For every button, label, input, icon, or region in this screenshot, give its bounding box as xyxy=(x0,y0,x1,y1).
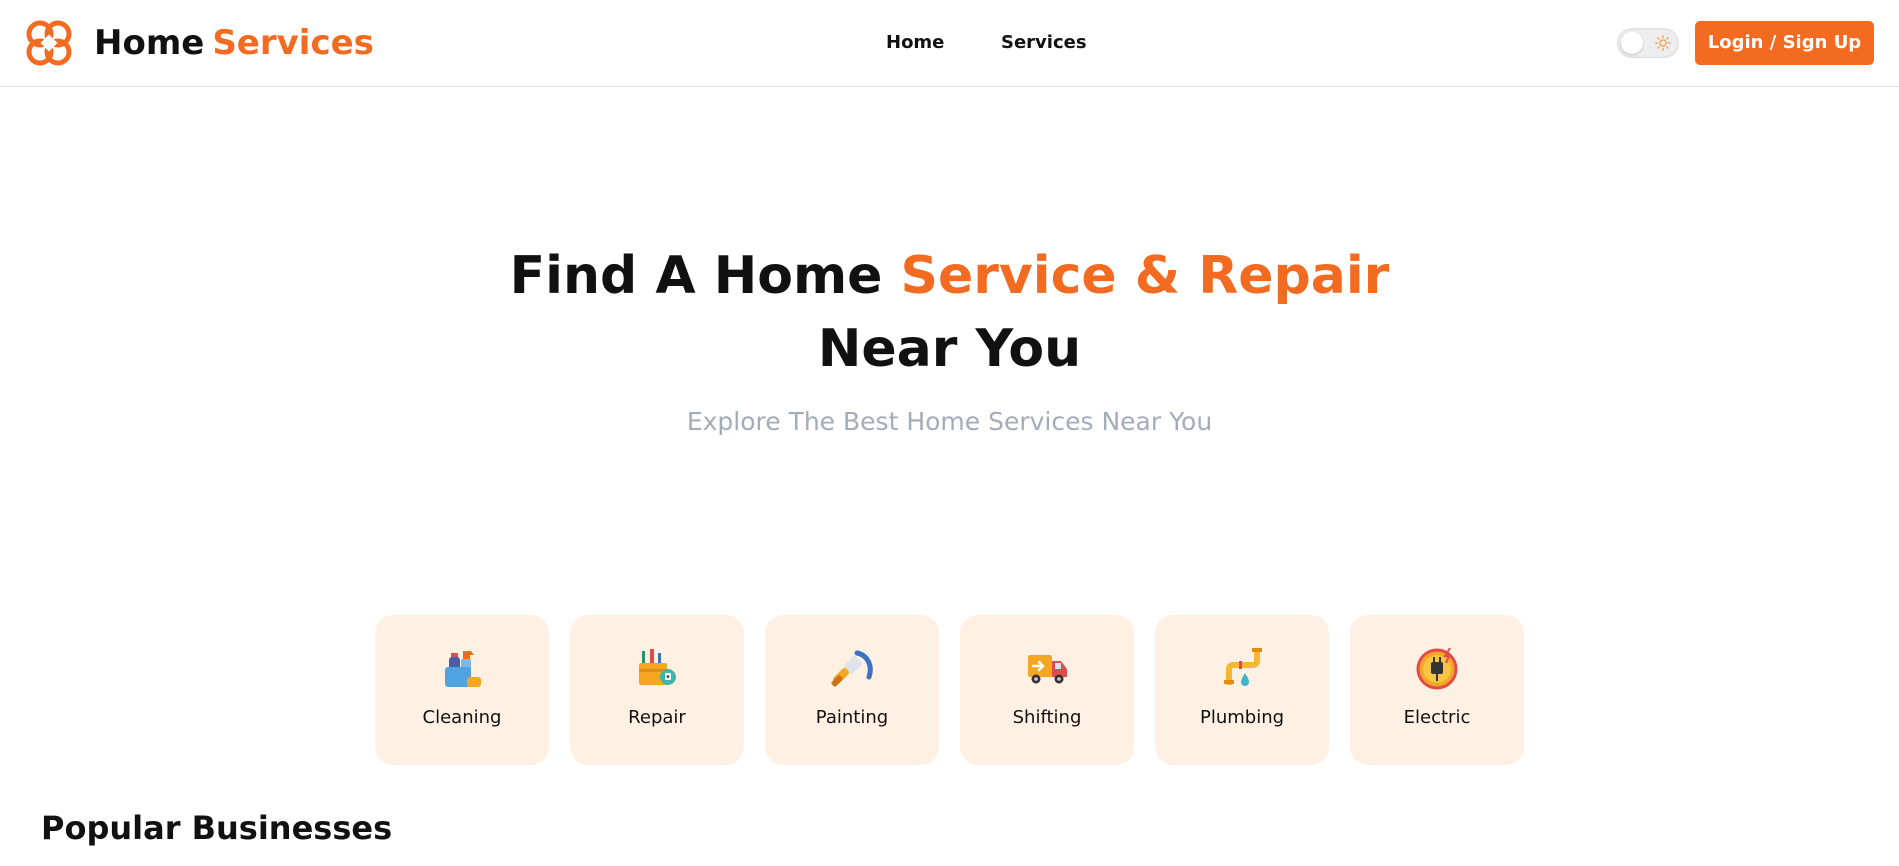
hero-title-text: Find A Home xyxy=(509,246,883,306)
hero-title-line2: Near You xyxy=(817,319,1082,379)
hero-title: Find A Home Service & Repair xyxy=(0,243,1899,309)
nav-services-link[interactable]: Services xyxy=(1001,31,1087,55)
category-card-plumbing[interactable]: Plumbing xyxy=(1155,615,1329,765)
logo-icon[interactable] xyxy=(23,17,75,69)
moving-truck-icon xyxy=(1028,655,1067,684)
cleaning-supplies-icon xyxy=(445,651,481,687)
category-card-electric[interactable]: Electric xyxy=(1350,615,1524,765)
category-label: Cleaning xyxy=(422,707,502,728)
category-label: Repair xyxy=(628,707,686,728)
category-card-shifting[interactable]: Shifting xyxy=(960,615,1134,765)
site-header: Home Services Home Services Login / Sign … xyxy=(0,0,1899,87)
sun-icon xyxy=(1655,35,1671,51)
electric-plug-icon xyxy=(1416,647,1458,690)
brand-word-home: Home xyxy=(94,23,205,63)
paint-brush-icon xyxy=(831,650,873,687)
login-signup-button[interactable]: Login / Sign Up xyxy=(1695,21,1874,65)
hero-title-highlight: Service & Repair xyxy=(900,246,1390,306)
category-label: Shifting xyxy=(1012,707,1082,728)
hero-subtitle: Explore The Best Home Services Near You xyxy=(686,407,1213,436)
toggle-knob xyxy=(1621,32,1643,54)
theme-toggle[interactable] xyxy=(1617,28,1679,58)
leaking-pipe-icon xyxy=(1224,648,1262,686)
category-label: Plumbing xyxy=(1199,707,1285,728)
brand-name[interactable]: Home Services xyxy=(94,20,374,66)
toolbox-icon xyxy=(639,649,676,685)
category-label: Painting xyxy=(815,707,889,728)
category-card-repair[interactable]: Repair xyxy=(570,615,744,765)
category-label: Electric xyxy=(1403,707,1471,728)
category-card-cleaning[interactable]: Cleaning xyxy=(375,615,549,765)
nav-home-link[interactable]: Home xyxy=(886,31,944,55)
brand-word-services: Services xyxy=(212,23,374,63)
popular-businesses-heading: Popular Businesses xyxy=(41,809,393,847)
category-card-painting[interactable]: Painting xyxy=(765,615,939,765)
